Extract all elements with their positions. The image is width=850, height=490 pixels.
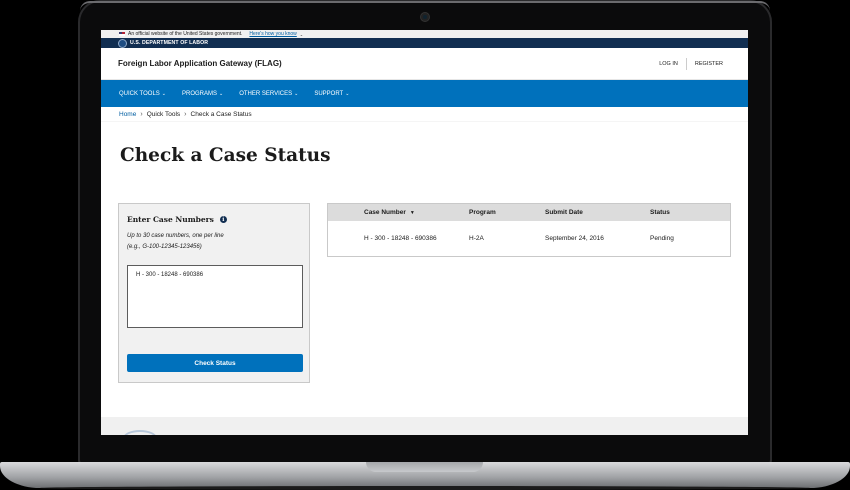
chevron-right-icon: › bbox=[140, 110, 143, 118]
chevron-down-icon: ⌄ bbox=[161, 90, 166, 97]
register-link[interactable]: REGISTER bbox=[687, 61, 731, 67]
laptop-shadow bbox=[40, 486, 810, 490]
case-numbers-textarea[interactable]: H - 300 - 18248 - 690386 bbox=[127, 265, 303, 328]
nav-label: PROGRAMS bbox=[182, 90, 218, 97]
chevron-down-icon: ⌄ bbox=[219, 90, 224, 97]
gov-banner-link[interactable]: Here's how you know bbox=[249, 31, 296, 37]
nav-label: OTHER SERVICES bbox=[239, 90, 293, 97]
case-hint: Up to 30 case numbers, one per line (e.g… bbox=[127, 231, 224, 253]
breadcrumb-current: Check a Case Status bbox=[190, 110, 252, 118]
nav-quick-tools[interactable]: QUICK TOOLS ⌄ bbox=[119, 91, 166, 97]
gov-banner-text: An official website of the United States… bbox=[128, 31, 243, 37]
webcam-icon bbox=[421, 13, 429, 21]
breadcrumb: Home › Quick Tools › Check a Case Status bbox=[101, 107, 748, 121]
laptop-lid-edge bbox=[80, 1, 770, 11]
agency-name[interactable]: U.S. DEPARTMENT OF LABOR bbox=[130, 40, 208, 46]
nav-programs[interactable]: PROGRAMS ⌄ bbox=[182, 91, 223, 97]
nav-label: SUPPORT bbox=[314, 90, 344, 97]
page-title: Check a Case Status bbox=[120, 145, 331, 166]
cell-case-number: H - 300 - 18248 - 690386 bbox=[364, 235, 437, 242]
chevron-right-icon: › bbox=[184, 110, 187, 118]
browser-screen: An official website of the United States… bbox=[101, 30, 748, 435]
site-header: Foreign Labor Application Gateway (FLAG)… bbox=[101, 48, 748, 80]
column-case-number[interactable]: Case Number ▼ bbox=[328, 209, 469, 216]
gov-banner: An official website of the United States… bbox=[101, 30, 748, 38]
chevron-down-icon: ⌄ bbox=[345, 90, 350, 97]
chevron-down-icon[interactable]: ⌄ bbox=[300, 32, 303, 37]
header-links: LOG IN REGISTER bbox=[651, 57, 731, 70]
main-content: Check a Case Status Enter Case Numbers i… bbox=[101, 122, 748, 406]
table-header: Case Number ▼ Program Submit Date Status bbox=[328, 204, 730, 221]
check-status-button[interactable]: Check Status bbox=[127, 354, 303, 372]
us-flag-icon bbox=[119, 32, 125, 36]
login-link[interactable]: LOG IN bbox=[651, 61, 686, 67]
hint-line-1: Up to 30 case numbers, one per line bbox=[127, 233, 224, 239]
breadcrumb-quick-tools[interactable]: Quick Tools bbox=[147, 111, 180, 118]
hint-line-2: (e.g., G-100-12345-123456) bbox=[127, 244, 202, 250]
column-status[interactable]: Status bbox=[650, 209, 730, 216]
site-title[interactable]: Foreign Labor Application Gateway (FLAG) bbox=[118, 59, 282, 68]
cell-submit-date: September 24, 2016 bbox=[545, 235, 604, 242]
cell-program: H-2A bbox=[469, 235, 484, 242]
column-label: Case Number bbox=[364, 209, 406, 216]
breadcrumb-home[interactable]: Home bbox=[119, 111, 136, 118]
nav-label: QUICK TOOLS bbox=[119, 90, 160, 97]
laptop-notch bbox=[366, 462, 483, 472]
agency-bar: U.S. DEPARTMENT OF LABOR bbox=[101, 38, 748, 48]
nav-other-services[interactable]: OTHER SERVICES ⌄ bbox=[239, 91, 298, 97]
footer bbox=[101, 417, 748, 435]
panel-title-text: Enter Case Numbers bbox=[127, 215, 214, 224]
nav-support[interactable]: SUPPORT ⌄ bbox=[314, 91, 349, 97]
panel-title: Enter Case Numbers i bbox=[127, 215, 227, 224]
cell-status: Pending bbox=[650, 235, 674, 242]
table-row: H - 300 - 18248 - 690386 H-2A September … bbox=[328, 221, 730, 256]
column-submit-date[interactable]: Submit Date bbox=[545, 209, 650, 216]
results-table: Case Number ▼ Program Submit Date Status… bbox=[327, 203, 731, 257]
column-program[interactable]: Program bbox=[469, 209, 545, 216]
main-nav: QUICK TOOLS ⌄ PROGRAMS ⌄ OTHER SERVICES … bbox=[101, 80, 748, 107]
case-entry-panel: Enter Case Numbers i Up to 30 case numbe… bbox=[118, 203, 310, 383]
dol-seal-icon bbox=[119, 39, 126, 47]
sort-down-icon[interactable]: ▼ bbox=[410, 210, 415, 216]
chevron-down-icon: ⌄ bbox=[294, 90, 299, 97]
info-icon[interactable]: i bbox=[219, 216, 227, 223]
